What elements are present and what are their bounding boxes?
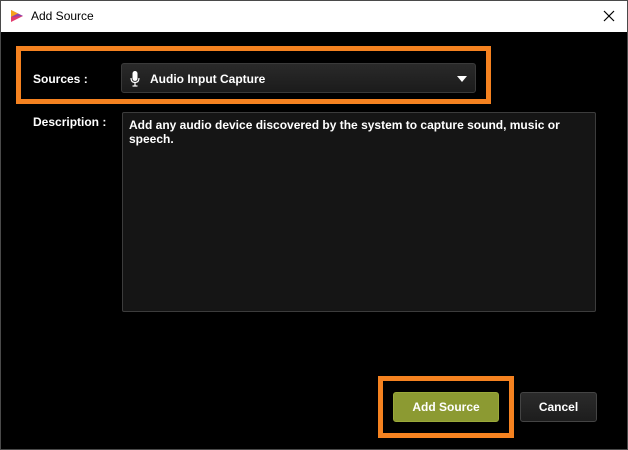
title-bar: Add Source [1, 1, 627, 32]
close-icon [603, 10, 615, 22]
chevron-down-icon [457, 76, 467, 82]
add-source-button[interactable]: Add Source [393, 392, 499, 422]
description-textarea[interactable]: Add any audio device discovered by the s… [122, 112, 596, 312]
app-logo-icon [11, 10, 23, 22]
sources-label: Sources : [33, 72, 88, 86]
cancel-button[interactable]: Cancel [520, 392, 597, 422]
add-source-dialog: Add Source Sources : Audio Input Capture… [0, 0, 628, 450]
window-title: Add Source [31, 9, 94, 23]
dialog-content: Sources : Audio Input Capture Descriptio… [1, 32, 627, 449]
sources-dropdown[interactable]: Audio Input Capture [121, 63, 476, 93]
sources-selected-value: Audio Input Capture [150, 72, 266, 86]
close-button[interactable] [597, 4, 621, 28]
description-label: Description : [33, 115, 107, 129]
microphone-icon [130, 71, 140, 87]
